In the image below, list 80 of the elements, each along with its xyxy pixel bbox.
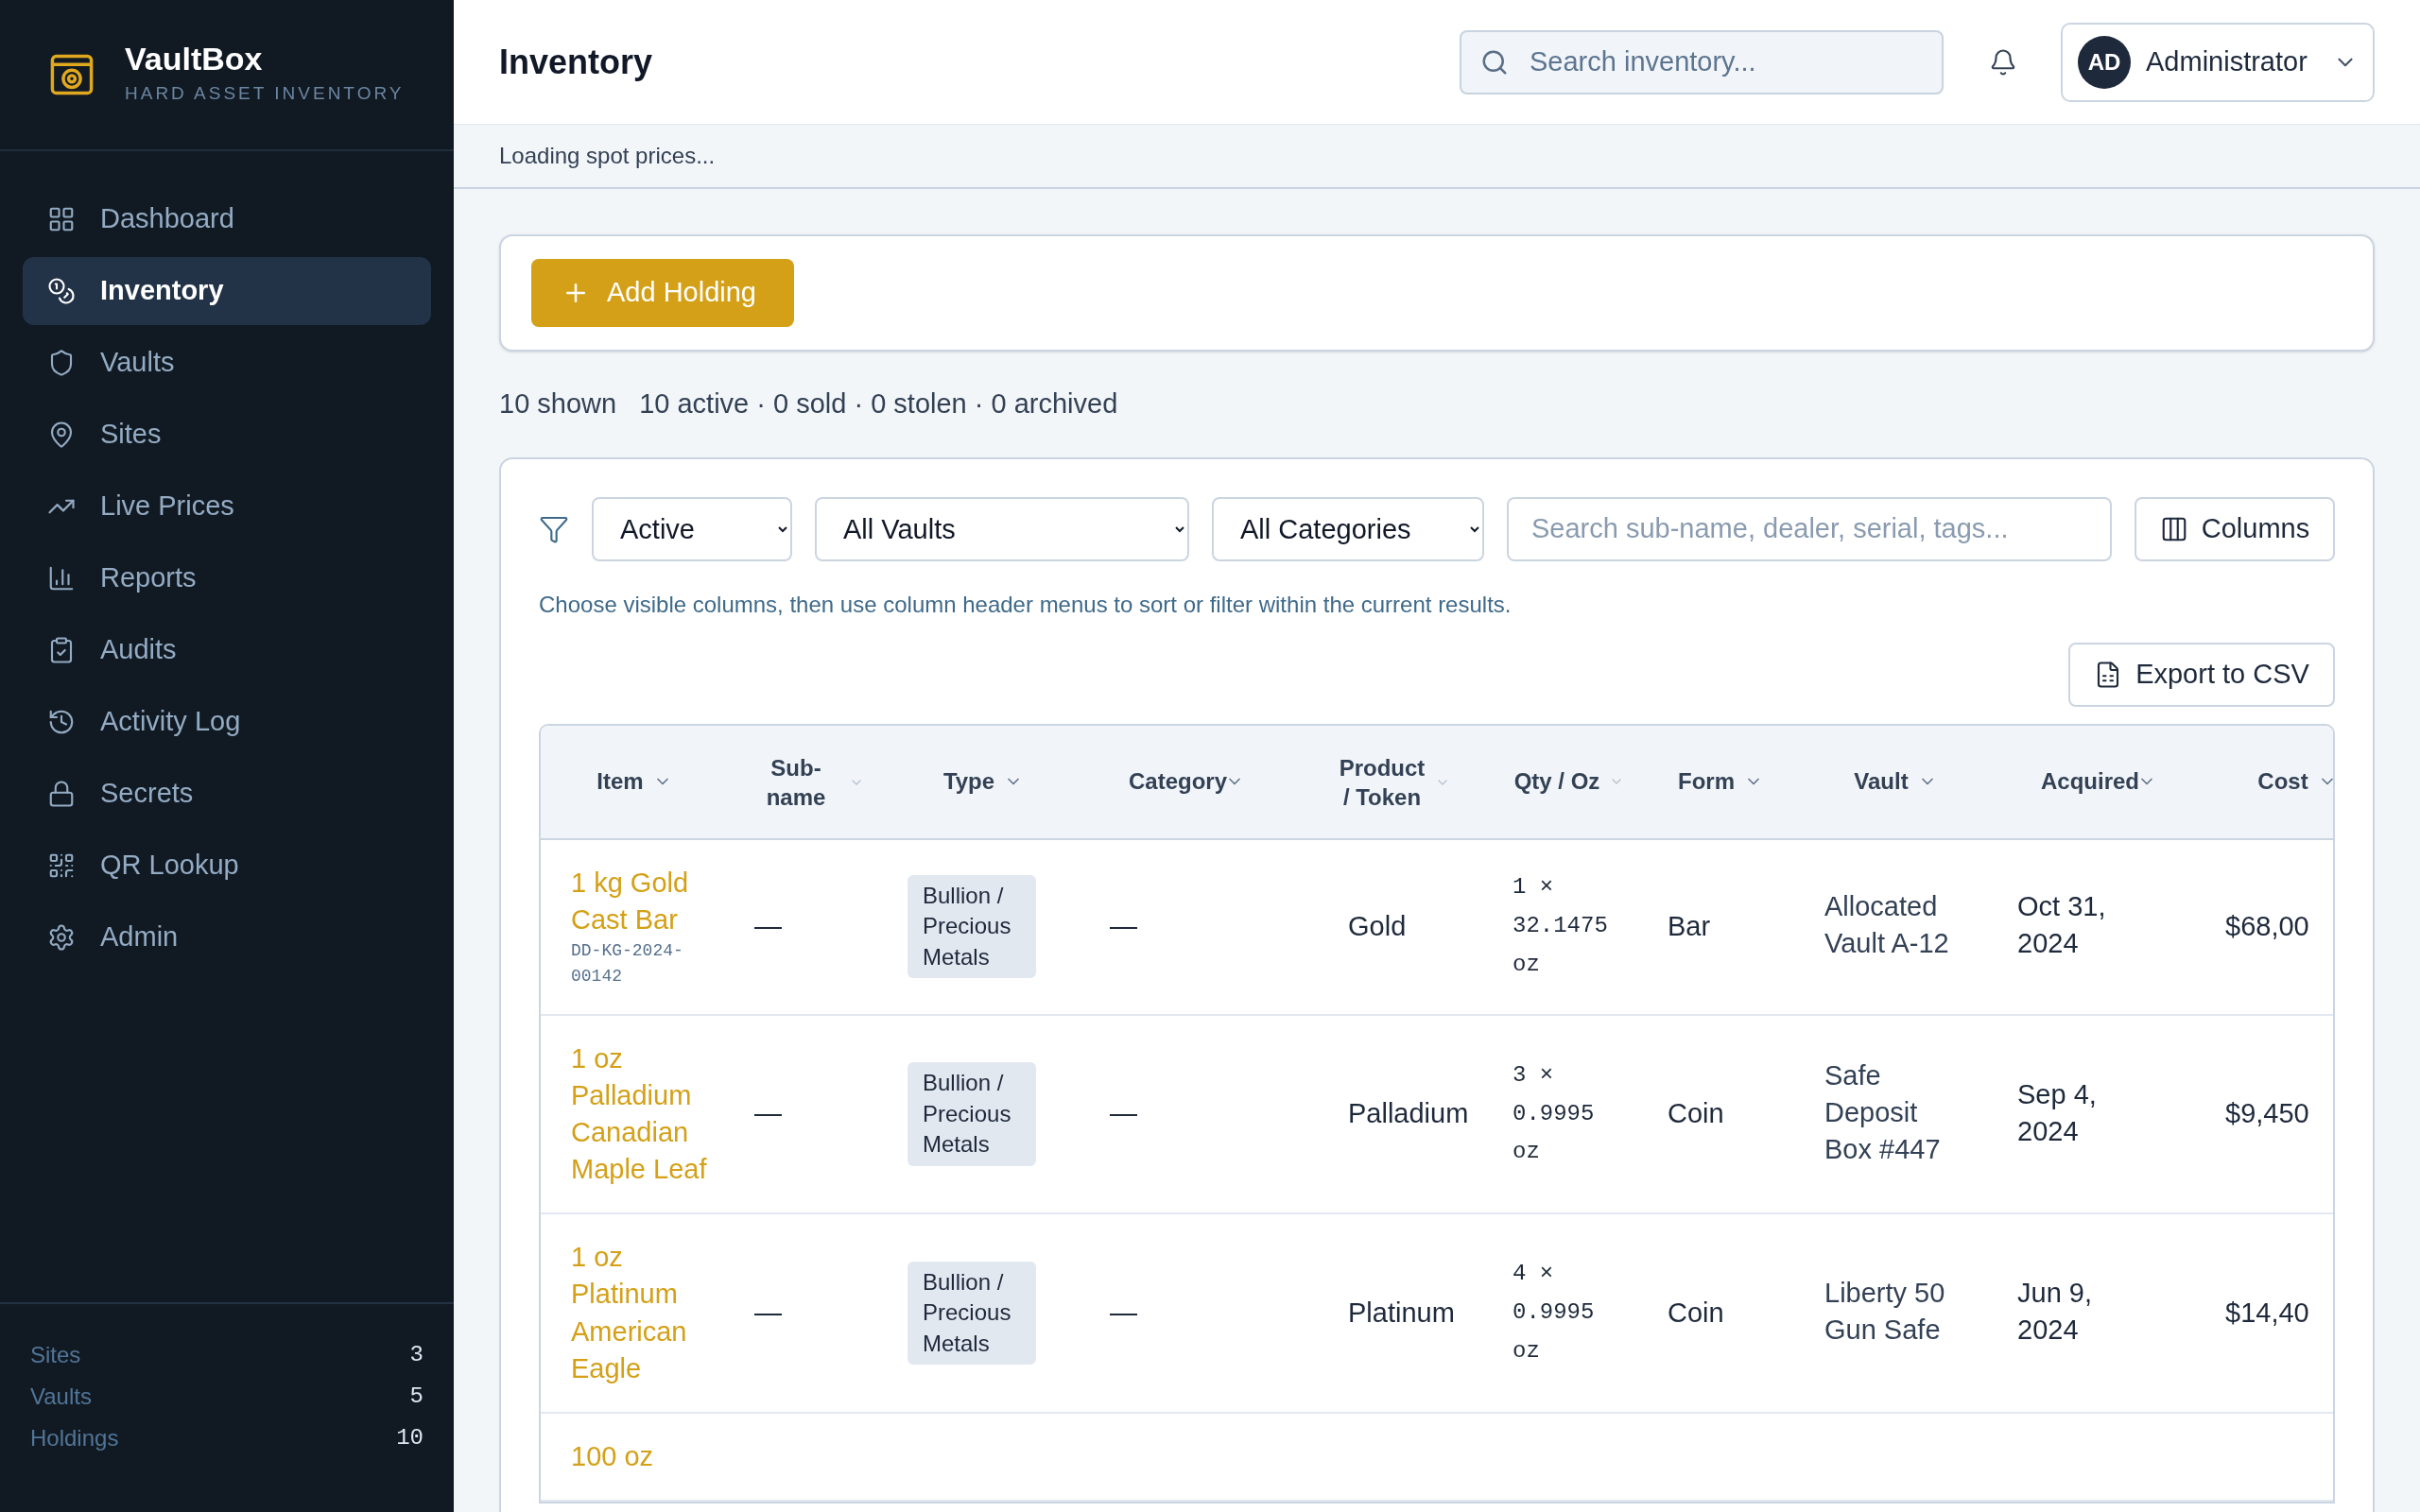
- user-avatar: AD: [2078, 35, 2131, 89]
- nav-item[interactable]: Vaults: [23, 329, 431, 397]
- status-message: Loading spot prices...: [499, 142, 716, 170]
- page-title: Inventory: [499, 41, 653, 83]
- column-header[interactable]: Cost: [2257, 766, 2333, 797]
- coins-icon: [47, 277, 76, 305]
- column-header[interactable]: Item: [596, 766, 672, 797]
- table-cell: —: [1110, 910, 1137, 941]
- quantity-cell-text: 1 × 32.1475 oz: [1512, 873, 1609, 980]
- table-cell: —: [1110, 1098, 1137, 1129]
- nav-item[interactable]: Admin: [23, 903, 431, 971]
- user-name: Administrator: [2146, 44, 2308, 78]
- vault-cell-text: Allocated Vault A-12: [1824, 890, 1950, 961]
- dashboard-icon: [47, 205, 76, 233]
- type-badge: Bullion / Precious Metals: [908, 875, 1036, 979]
- table-cell: —: [754, 1297, 782, 1328]
- status-counts: 10 active · 0 sold · 0 stolen · 0 archived: [639, 387, 1118, 421]
- type-badge: Bullion / Precious Metals: [908, 1262, 1036, 1366]
- nav-item[interactable]: Secrets: [23, 760, 431, 828]
- history-icon: [47, 708, 76, 736]
- type-badge: Bullion / Precious Metals: [908, 1062, 1036, 1166]
- brand-name: VaultBox: [125, 42, 264, 75]
- nav-item[interactable]: Dashboard: [23, 185, 431, 253]
- column-header[interactable]: Category: [1129, 766, 1244, 797]
- column-header[interactable]: Acquired: [2041, 766, 2156, 797]
- table-cell: —: [754, 1098, 782, 1129]
- vault-select[interactable]: All Vaults: [815, 496, 1189, 561]
- stat-label: Vaults: [30, 1383, 92, 1411]
- table-cell: Coin: [1668, 1098, 1724, 1129]
- nav-item[interactable]: Sites: [23, 401, 431, 469]
- search-field[interactable]: Search inventory...: [1460, 29, 1944, 94]
- column-header[interactable]: Product / Token: [1339, 752, 1450, 813]
- column-header[interactable]: Type: [942, 766, 1024, 797]
- date-cell-text: Jun 9, 2024: [2017, 1277, 2093, 1348]
- hint-text: Choose visible columns, then use column header menus to sort or filter within the current results.: [539, 590, 1512, 619]
- table-cell: Palladium: [1348, 1098, 1469, 1129]
- nav-item[interactable]: Live Prices: [23, 472, 431, 541]
- stat-value: 10: [396, 1424, 424, 1452]
- columns-button[interactable]: Columns: [2135, 496, 2335, 561]
- column-header[interactable]: Qty / Oz: [1513, 766, 1625, 797]
- bar-chart-icon: [47, 564, 76, 593]
- stat-value: 3: [409, 1341, 424, 1369]
- qr-code-icon: [47, 851, 76, 880]
- date-cell-text: Oct 31, 2024: [2017, 890, 2107, 961]
- table-cell: —: [754, 910, 782, 941]
- category-select[interactable]: All Categories: [1212, 496, 1484, 561]
- stat-value: 5: [409, 1383, 424, 1411]
- bell-icon[interactable]: [1989, 47, 2017, 77]
- filter-search-field[interactable]: Search sub-name, dealer, serial, tags...: [1507, 496, 2112, 561]
- column-header[interactable]: Sub-name: [752, 752, 864, 813]
- nav-item[interactable]: Activity Log: [23, 688, 431, 756]
- nav-item[interactable]: Reports: [23, 544, 431, 612]
- settings-icon: [47, 923, 76, 952]
- export-csv-button[interactable]: Export to CSV: [2068, 642, 2335, 707]
- quantity-cell-text: 4 × 0.9995 oz: [1512, 1260, 1596, 1366]
- lock-icon: [47, 780, 76, 808]
- nav-item[interactable]: Audits: [23, 616, 431, 684]
- quantity-cell-text: 3 × 0.9995 oz: [1512, 1060, 1596, 1167]
- status-select[interactable]: Active: [592, 496, 792, 561]
- stat-label: Holdings: [30, 1424, 119, 1452]
- vault-cell-text: Safe Deposit Box #447: [1824, 1059, 1942, 1167]
- user-menu-button[interactable]: AD Administrator: [2061, 22, 2375, 102]
- column-header[interactable]: Form: [1678, 766, 1763, 797]
- shown-count: 10 shown: [499, 387, 617, 421]
- cost-cell: $14,40: [2225, 1297, 2309, 1328]
- cost-cell: $9,450: [2225, 1098, 2309, 1129]
- stat-label: Sites: [30, 1341, 81, 1369]
- vault-cell-text: Liberty 50 Gun Safe: [1824, 1277, 1946, 1348]
- nav-item[interactable]: QR Lookup: [23, 832, 431, 900]
- brand-subtitle: HARD ASSET INVENTORY: [125, 81, 405, 105]
- cost-cell: $68,00: [2225, 910, 2309, 941]
- table-cell: —: [1110, 1297, 1137, 1328]
- column-header[interactable]: Vault: [1854, 766, 1937, 797]
- serial-number: DD-KG-2024-00142: [571, 939, 684, 988]
- table-cell: Bar: [1668, 910, 1711, 941]
- table-cell: Platinum: [1348, 1297, 1455, 1328]
- date-cell-text: Sep 4, 2024: [2017, 1077, 2098, 1148]
- table-cell: Coin: [1668, 1297, 1724, 1328]
- nav-item[interactable]: Inventory: [23, 257, 431, 325]
- table-cell: Gold: [1348, 910, 1407, 941]
